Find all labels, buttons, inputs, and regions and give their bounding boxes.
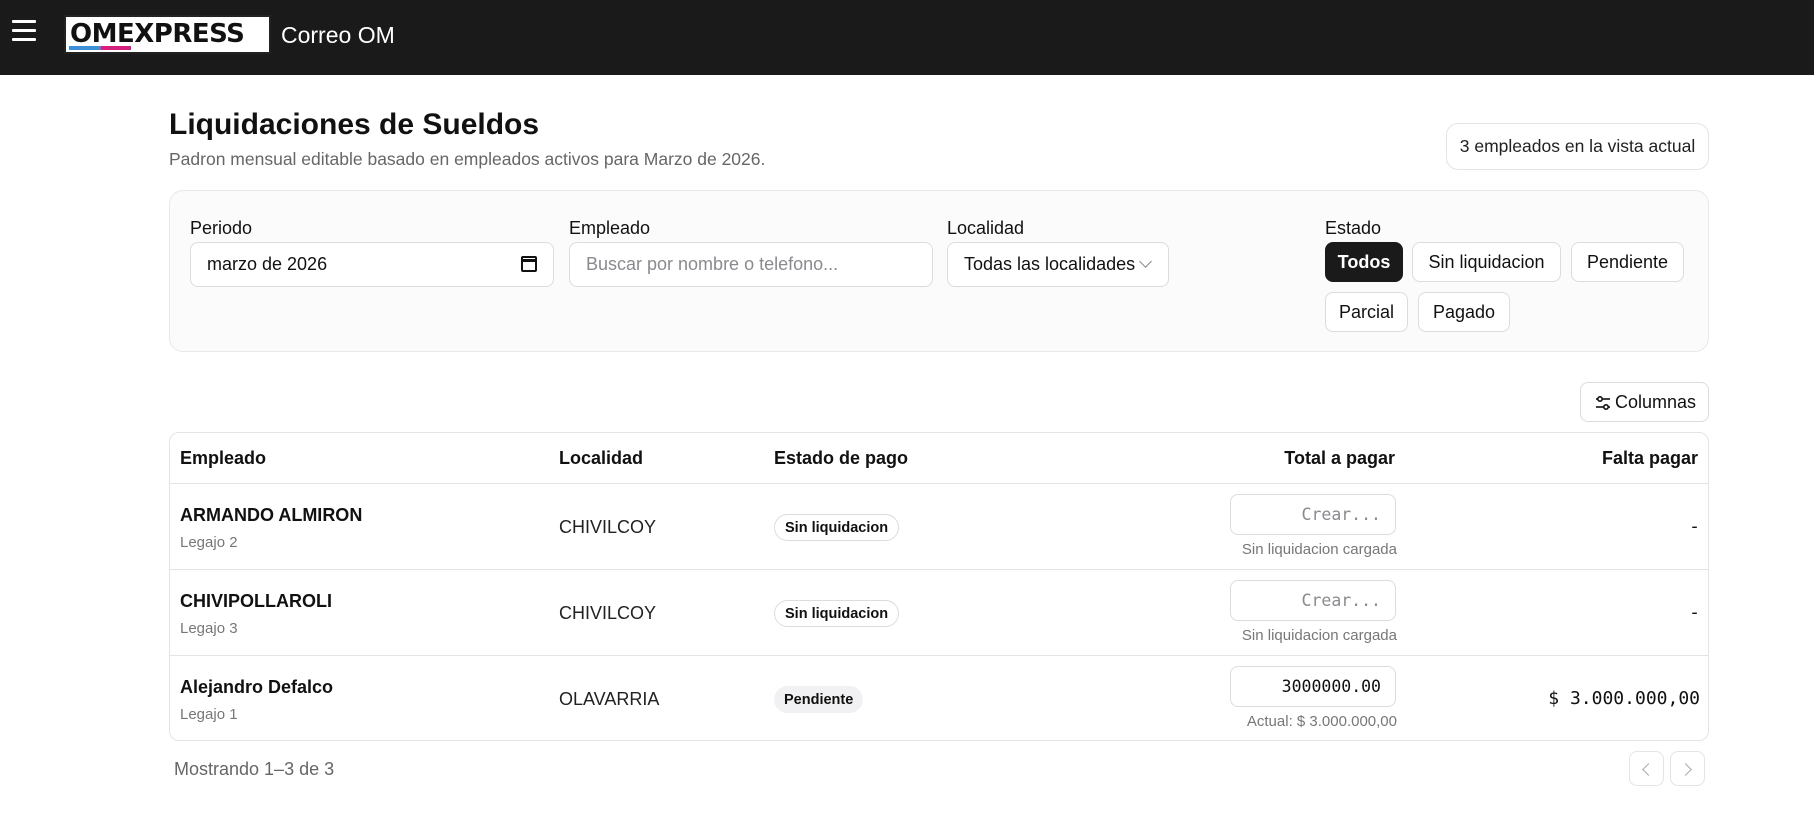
header-estado[interactable]: Estado de pago [774,448,908,469]
estado-chip-pendiente[interactable]: Pendiente [1571,242,1684,282]
empleado-search-input[interactable]: Buscar por nombre o telefono... [569,242,933,287]
estado-chip-pagado[interactable]: Pagado [1418,292,1510,332]
logo-text: OMEXPRESS [70,19,245,49]
employee-localidad: CHIVILCOY [559,603,657,623]
table-row: Alejandro Defalco Legajo 1 OLAVARRIA Pen… [170,655,1708,740]
estado-chip-todos[interactable]: Todos [1325,242,1403,282]
payroll-table: Empleado Localidad Estado de pago Total … [169,432,1709,741]
status-badge: Pendiente [774,686,864,713]
om-express-logo[interactable]: OMEXPRESS [64,15,271,54]
falta-pagar-value: $ 3.000.000,00 [1548,688,1700,709]
estado-chip-parcial[interactable]: Parcial [1325,292,1408,332]
localidad-label: Localidad [947,218,1025,238]
total-input[interactable]: Crear... [1230,580,1396,621]
localidad-value: Todas las localidades [964,254,1136,274]
employee-localidad: CHIVILCOY [559,517,657,537]
total-hint: Sin liquidacion cargada [1241,627,1397,644]
employee-legajo: Legajo 2 [180,534,238,551]
falta-pagar-value: - [1689,516,1700,537]
hamburger-menu-icon[interactable] [12,20,36,44]
employee-legajo: Legajo 1 [180,706,238,723]
estado-label: Estado [1325,218,1382,238]
employee-localidad: OLAVARRIA [559,689,660,709]
total-input[interactable]: 3000000.00 [1230,666,1396,707]
sliders-icon [1596,395,1610,411]
employee-name: CHIVIPOLLAROLI [180,591,332,611]
app-name: Correo OM [281,22,395,48]
status-badge: Sin liquidacion [774,600,900,627]
table-row: ARMANDO ALMIRON Legajo 2 CHIVILCOY Sin l… [170,483,1708,569]
previous-page-button[interactable] [1629,751,1664,786]
empleado-placeholder: Buscar por nombre o telefono... [586,254,839,274]
employee-count-badge: 3 empleados en la vista actual [1446,123,1709,170]
estado-chip-sin-liquidacion[interactable]: Sin liquidacion [1412,242,1561,282]
total-hint: Actual: $ 3.000.000,00 [1246,713,1397,730]
periodo-label: Periodo [190,218,253,238]
chevron-down-icon [1139,255,1152,268]
header-localidad[interactable]: Localidad [559,448,643,469]
falta-pagar-value: - [1689,602,1700,623]
employee-name: ARMANDO ALMIRON [180,505,363,525]
total-input[interactable]: Crear... [1230,494,1396,535]
periodo-month-input[interactable]: marzo de 2026 [190,242,554,287]
table-row: CHIVIPOLLAROLI Legajo 3 CHIVILCOY Sin li… [170,569,1708,655]
pagination-summary: Mostrando 1–3 de 3 [174,759,335,779]
total-hint: Sin liquidacion cargada [1241,541,1397,558]
chevron-right-icon [1679,763,1692,776]
columns-button[interactable]: Columnas [1580,382,1709,422]
page-title: Liquidaciones de Sueldos [169,108,540,141]
header-total[interactable]: Total a pagar [1284,448,1395,469]
periodo-value: marzo de 2026 [207,254,328,274]
filters-panel: Periodo marzo de 2026 Empleado Buscar po… [169,190,1709,352]
empleado-label: Empleado [569,218,651,238]
header-empleado[interactable]: Empleado [180,448,266,469]
calendar-icon[interactable] [521,256,537,272]
header-falta[interactable]: Falta pagar [1602,448,1698,469]
next-page-button[interactable] [1670,751,1705,786]
localidad-select[interactable]: Todas las localidades [947,242,1169,287]
page-subtitle: Padron mensual editable basado en emplea… [169,149,766,169]
chevron-left-icon [1642,763,1655,776]
employee-legajo: Legajo 3 [180,620,238,637]
columns-label: Columnas [1614,391,1696,412]
employee-name: Alejandro Defalco [180,677,334,697]
status-badge: Sin liquidacion [774,514,900,541]
top-bar: OMEXPRESS Correo OM [0,0,1814,75]
